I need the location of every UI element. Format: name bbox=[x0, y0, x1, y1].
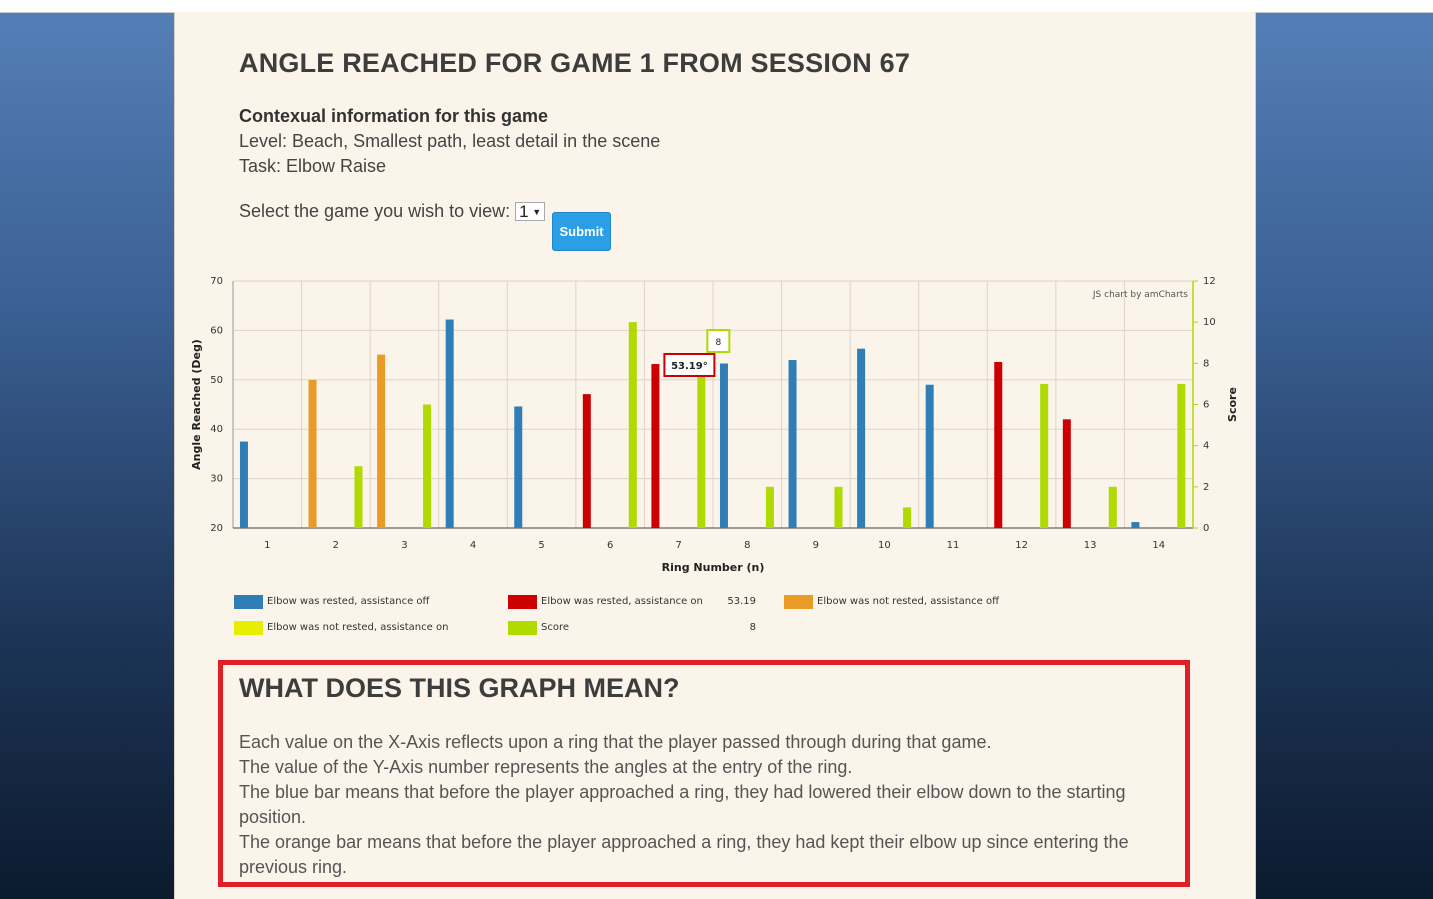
y-tick-label: 20 bbox=[210, 523, 223, 534]
y2-tick-label: 6 bbox=[1203, 400, 1209, 411]
chart-bar bbox=[1177, 383, 1186, 528]
x-tick-label: 13 bbox=[1084, 540, 1097, 551]
x-tick-label: 7 bbox=[676, 540, 682, 551]
y-tick-label: 70 bbox=[210, 276, 223, 287]
y-tick-label: 50 bbox=[210, 375, 223, 386]
angle-balloon-label: 53.19° bbox=[671, 361, 708, 372]
chart-bar bbox=[1040, 383, 1049, 528]
legend-swatch[interactable] bbox=[508, 621, 537, 635]
x-tick-label: 5 bbox=[538, 540, 544, 551]
explanation-box: WHAT DOES THIS GRAPH MEAN? Each value on… bbox=[218, 660, 1190, 887]
x-tick-label: 12 bbox=[1015, 540, 1028, 551]
y2-tick-label: 0 bbox=[1203, 523, 1209, 534]
y-tick-label: 40 bbox=[210, 424, 223, 435]
chart-bar bbox=[834, 486, 843, 528]
chart-bar bbox=[788, 360, 797, 528]
legend-swatch[interactable] bbox=[234, 595, 263, 609]
chart-bar bbox=[377, 354, 386, 528]
angle-chart: 2030405060700246810121 2 3 4 5 6 7 8 9 10 11 12 13 14… bbox=[190, 276, 1239, 574]
x-tick-label: 2 bbox=[333, 540, 339, 551]
explanation-line: Each value on the X-Axis reflects upon a… bbox=[239, 732, 992, 752]
content-panel: ANGLE REACHED FOR GAME 1 FROM SESSION 67… bbox=[174, 12, 1256, 899]
explanation-body: Each value on the X-Axis reflects upon a… bbox=[239, 730, 1159, 880]
y-tick-label: 30 bbox=[210, 474, 223, 485]
x-tick-label: 6 bbox=[607, 540, 613, 551]
legend-label[interactable]: Elbow was rested, assistance on bbox=[541, 596, 703, 607]
chart-bar bbox=[994, 362, 1003, 528]
legend-label[interactable]: Score bbox=[541, 622, 569, 633]
chart-bar bbox=[1131, 522, 1140, 528]
chart-bar bbox=[239, 441, 248, 528]
x-tick-label: 10 bbox=[878, 540, 891, 551]
x-tick-label: 4 bbox=[470, 540, 476, 551]
chart-bar bbox=[925, 384, 934, 528]
x-tick-label: 3 bbox=[401, 540, 407, 551]
chart-bar bbox=[1108, 486, 1117, 528]
chart-bar bbox=[582, 394, 591, 528]
chart-bar bbox=[857, 348, 866, 528]
legend-swatch[interactable] bbox=[508, 595, 537, 609]
x-axis-title: Ring Number (n) bbox=[662, 561, 765, 574]
chart-bar bbox=[308, 379, 317, 528]
legend-label[interactable]: Elbow was not rested, assistance off bbox=[817, 596, 999, 607]
legend-label[interactable]: Elbow was rested, assistance off bbox=[267, 596, 429, 607]
y2-tick-label: 2 bbox=[1203, 482, 1209, 493]
explanation-heading: WHAT DOES THIS GRAPH MEAN? bbox=[239, 673, 680, 703]
score-balloon-label: 8 bbox=[715, 338, 721, 348]
y2-tick-label: 8 bbox=[1203, 358, 1209, 369]
legend-value: 8 bbox=[749, 622, 756, 633]
chart-bar bbox=[903, 507, 912, 528]
y2-tick-label: 12 bbox=[1203, 276, 1216, 287]
x-tick-label: 8 bbox=[744, 540, 750, 551]
y-tick-label: 60 bbox=[210, 325, 223, 336]
chart-bar bbox=[765, 486, 774, 528]
y2-axis-title: Score bbox=[1226, 387, 1239, 422]
x-tick-label: 11 bbox=[947, 540, 960, 551]
legend-swatch[interactable] bbox=[784, 595, 813, 609]
chart-bar bbox=[651, 364, 660, 528]
chart-bar bbox=[719, 363, 728, 528]
chart-bar bbox=[697, 371, 706, 528]
y2-tick-label: 10 bbox=[1203, 317, 1216, 328]
y-axis-title: Angle Reached (Deg) bbox=[190, 339, 203, 470]
chart-bar bbox=[1062, 419, 1071, 528]
x-tick-label: 14 bbox=[1152, 540, 1165, 551]
legend-label[interactable]: Elbow was not rested, assistance on bbox=[267, 622, 448, 633]
explanation-line: The orange bar means that before the pla… bbox=[239, 832, 1129, 877]
x-tick-label: 9 bbox=[813, 540, 819, 551]
legend-value: 53.19 bbox=[727, 596, 756, 607]
chart-bar bbox=[423, 404, 432, 528]
x-tick-label: 1 bbox=[264, 540, 270, 551]
chart-bar bbox=[354, 466, 363, 528]
chart-credit: JS chart by amCharts bbox=[1092, 290, 1188, 300]
legend-swatch[interactable] bbox=[234, 621, 263, 635]
y2-tick-label: 4 bbox=[1203, 441, 1209, 452]
chart-bar bbox=[628, 322, 637, 528]
chart-bar bbox=[514, 406, 523, 528]
explanation-line: The value of the Y-Axis number represent… bbox=[239, 757, 853, 777]
explanation-line: The blue bar means that before the playe… bbox=[239, 782, 1126, 827]
chart-bar bbox=[445, 319, 454, 528]
